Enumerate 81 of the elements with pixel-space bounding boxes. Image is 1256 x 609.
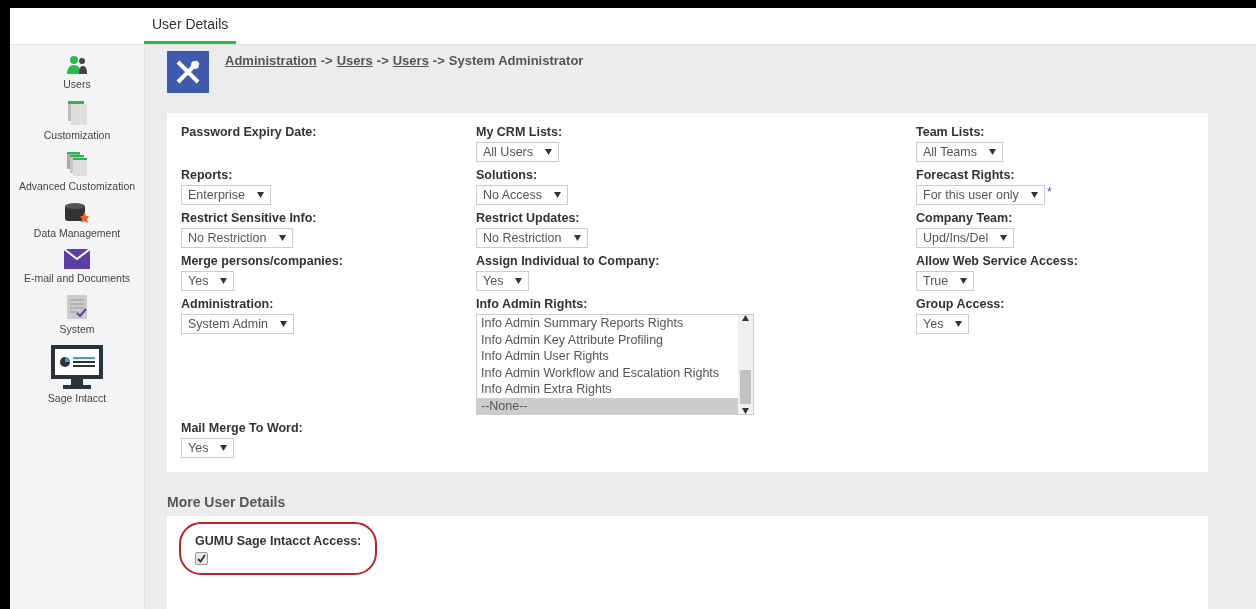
- dropdown[interactable]: Yes: [181, 271, 235, 291]
- breadcrumb-link[interactable]: Users: [392, 53, 429, 113]
- list-box[interactable]: Info Admin Summary Reports Rights Info Admin Key Attribute Profiling Info Admin User Rights Info Admin Workflow and Escalation Rights Info Admin Extra Rights --None--: [476, 314, 754, 415]
- field-label: GUMU Sage Intacct Access:: [195, 534, 362, 548]
- scrollbar[interactable]: [738, 315, 753, 414]
- dropdown[interactable]: System Admin: [181, 314, 294, 334]
- caret-icon: [988, 149, 996, 155]
- checkbox[interactable]: [195, 552, 208, 565]
- caret-icon: [515, 278, 523, 284]
- sidebar-item[interactable]: Users: [63, 55, 91, 90]
- dropdown[interactable]: No Restriction: [181, 228, 293, 248]
- list-option[interactable]: Info Admin Key Attribute Profiling: [477, 331, 738, 348]
- list-option[interactable]: Info Admin Extra Rights: [477, 381, 738, 398]
- caret-icon: [742, 408, 749, 414]
- section-title: More User Details: [167, 493, 287, 512]
- pages-icon: [66, 151, 88, 177]
- list-option[interactable]: Info Admin User Rights: [477, 348, 738, 365]
- caret-icon: [257, 192, 264, 198]
- field-label: Restrict Updates:: [476, 211, 581, 225]
- field-label: My CRM Lists:: [476, 125, 564, 139]
- field-label: Administration:: [181, 297, 275, 311]
- dropdown[interactable]: Yes: [916, 314, 970, 334]
- caret-icon: [1030, 192, 1038, 198]
- envelope-icon: [64, 249, 90, 269]
- field-label: Team Lists:: [916, 125, 986, 139]
- breadcrumb-link[interactable]: Users: [336, 53, 373, 113]
- breadcrumb-link[interactable]: Administration: [225, 53, 317, 113]
- field-label: Info Admin Rights:: [476, 297, 589, 311]
- field-label: Password Expiry Date:: [181, 125, 318, 139]
- field-label: Solutions:: [476, 168, 539, 182]
- caret-icon: [960, 278, 968, 284]
- breadcrumb-text: ->: [376, 53, 389, 70]
- dropdown[interactable]: For this user only: [916, 185, 1045, 205]
- caret-icon: [545, 149, 552, 155]
- checklist-icon: [66, 294, 88, 320]
- check-icon: [197, 554, 206, 563]
- field-label: Reports:: [181, 168, 234, 182]
- caret-icon: [220, 445, 228, 451]
- field-label: Restrict Sensitive Info:: [181, 211, 318, 225]
- dropdown[interactable]: Yes: [181, 438, 235, 458]
- dropdown[interactable]: True: [916, 271, 975, 291]
- dropdown[interactable]: Yes: [476, 271, 530, 291]
- breadcrumb-text: ->: [432, 53, 445, 70]
- dropdown[interactable]: All Users: [476, 142, 559, 162]
- field-label: Group Access:: [916, 297, 1006, 311]
- sidebar-item[interactable]: Advanced Customization: [18, 151, 136, 192]
- tools-icon: [167, 51, 209, 93]
- monitor-icon: [51, 345, 103, 389]
- list-option[interactable]: Info Admin Summary Reports Rights: [477, 315, 738, 332]
- breadcrumb-text: System Administrator: [448, 53, 584, 70]
- required-mark: *: [1046, 185, 1052, 199]
- dropdown[interactable]: No Access: [476, 185, 569, 205]
- dropdown[interactable]: No Restriction: [476, 228, 588, 248]
- database-icon: [64, 202, 90, 224]
- dropdown[interactable]: Upd/Ins/Del: [916, 228, 1015, 248]
- sidebar-item[interactable]: Data Management: [33, 202, 121, 239]
- field-label: Merge persons/companies:: [181, 254, 344, 268]
- sidebar-item[interactable]: Sage Intacct: [47, 345, 107, 404]
- dropdown[interactable]: Enterprise: [181, 185, 271, 205]
- field-label: Assign Individual to Company:: [476, 254, 661, 268]
- field-label: Allow Web Service Access:: [916, 254, 1079, 268]
- caret-icon: [279, 321, 287, 327]
- field-label: Forecast Rights:: [916, 168, 1016, 182]
- field-label: Company Team:: [916, 211, 1014, 225]
- caret-icon: [278, 235, 286, 241]
- caret-icon: [554, 192, 562, 198]
- dropdown[interactable]: All Teams: [916, 142, 1003, 162]
- caret-icon: [955, 321, 963, 327]
- pages-icon: [66, 100, 88, 126]
- sidebar-item[interactable]: Customization: [43, 100, 111, 141]
- caret-icon: [220, 278, 228, 284]
- field-label: Mail Merge To Word:: [181, 421, 304, 435]
- list-option[interactable]: Info Admin Workflow and Escalation Rights: [477, 364, 738, 381]
- caret-icon: [742, 315, 749, 321]
- breadcrumb-text: ->: [320, 53, 333, 70]
- sidebar-item[interactable]: System: [59, 294, 95, 335]
- caret-icon: [1000, 235, 1008, 241]
- caret-icon: [573, 235, 581, 241]
- list-option[interactable]: --None--: [477, 397, 738, 414]
- users-icon: [66, 55, 88, 75]
- sidebar-item[interactable]: E-mail and Documents: [23, 249, 131, 284]
